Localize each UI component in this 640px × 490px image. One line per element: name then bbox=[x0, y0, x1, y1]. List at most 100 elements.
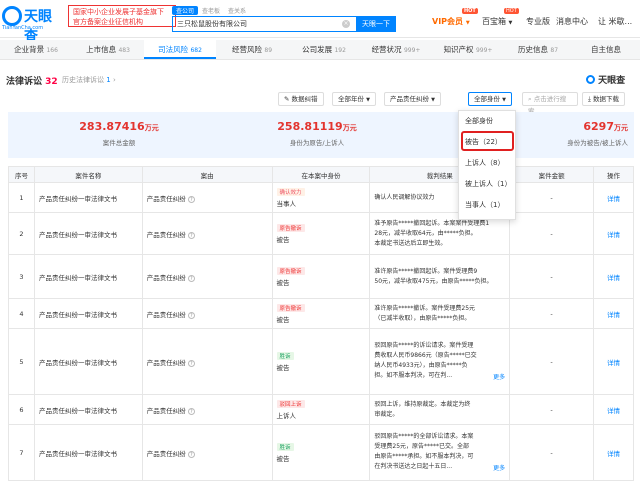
history-lawsuit-link[interactable]: 历史法律诉讼 1 › bbox=[62, 75, 116, 85]
dropdown-option-party[interactable]: 当事人（1） bbox=[459, 195, 515, 216]
section-title: 法律诉讼 32 bbox=[6, 74, 58, 87]
dropdown-option-appellant[interactable]: 上诉人（8） bbox=[459, 153, 515, 174]
result-line: 准许原告*****撤回起诉。案件受理费9 bbox=[374, 267, 478, 275]
stat-label: 案件总金额 bbox=[102, 139, 136, 147]
question-icon[interactable]: ? bbox=[187, 195, 195, 203]
cell-role: 原告撤诉 被告 bbox=[271, 298, 371, 329]
col-header-cause: 案由 bbox=[141, 166, 273, 183]
stat-number: 258.81119 bbox=[277, 120, 343, 133]
stat-plaintiff-amount: 258.81119万元 身份为原告/上诉人 bbox=[242, 120, 392, 147]
tab-enterprise-background[interactable]: 企业背景 166 bbox=[0, 40, 72, 59]
result-line: 驳回原告*****的全部诉讼请求。本案 bbox=[374, 432, 474, 440]
cause-text: 产品责任纠纷 bbox=[146, 273, 186, 282]
year-filter[interactable]: 全部年份 ▼ bbox=[332, 92, 376, 106]
tab-company-development[interactable]: 公司发展 192 bbox=[288, 40, 360, 59]
watermark-text: 天眼查 bbox=[598, 76, 626, 86]
identity-filter[interactable]: 全部身份 ▼ bbox=[468, 92, 512, 106]
col-header-role: 在本案中身份 bbox=[271, 166, 371, 183]
toolbox-menu[interactable]: 百宝箱 ▼ HOT bbox=[482, 8, 519, 27]
dropdown-option-appellee[interactable]: 被上诉人（1） bbox=[459, 174, 515, 195]
cell-case-name[interactable]: 产品责任纠纷一审法律文书 bbox=[33, 254, 143, 299]
logo[interactable]: 天眼查 TianYanCha.com bbox=[2, 4, 64, 45]
cell-action: 详情 bbox=[593, 394, 634, 425]
search-tab-company[interactable]: 查公司 bbox=[172, 6, 199, 15]
tab-listing-info[interactable]: 上市信息 483 bbox=[72, 40, 144, 59]
question-icon[interactable]: ? bbox=[187, 274, 195, 282]
search-button[interactable]: 天眼一下 bbox=[356, 16, 396, 32]
search-tab-relation[interactable]: 查关系 bbox=[224, 6, 250, 15]
detail-link[interactable]: 详情 bbox=[607, 274, 620, 282]
table-header-row: 序号 案件名称 案由 在本案中身份 裁判结果 案件金额 操作 bbox=[8, 166, 634, 183]
cell-case-name[interactable]: 产品责任纠纷一审法律文书 bbox=[33, 298, 143, 329]
cell-case-name[interactable]: 产品责任纠纷一审法律文书 bbox=[33, 424, 143, 481]
tab-history-info[interactable]: 历史信息 87 bbox=[504, 40, 572, 59]
tab-intellectual-property[interactable]: 知识产权 999+ bbox=[432, 40, 504, 59]
stat-number: 283.87416 bbox=[79, 120, 145, 133]
result-line: 28元，减半收取64元，由*****负担。 bbox=[374, 229, 477, 237]
search-tab-boss[interactable]: 查老板 bbox=[198, 6, 224, 15]
detail-link[interactable]: 详情 bbox=[607, 407, 620, 415]
question-icon[interactable]: ? bbox=[187, 311, 195, 319]
detail-link[interactable]: 详情 bbox=[607, 231, 620, 239]
chevron-right-icon: › bbox=[112, 76, 116, 84]
more-link[interactable]: 更多 bbox=[493, 464, 505, 474]
tab-count: 999+ bbox=[403, 47, 421, 54]
detail-link[interactable]: 详情 bbox=[607, 195, 620, 203]
status-badge: 原告撤诉 bbox=[276, 223, 305, 232]
download-button[interactable]: ⤓ 数据下载 bbox=[582, 92, 625, 106]
section-count: 32 bbox=[45, 77, 58, 87]
edit-icon: ✎ bbox=[284, 95, 290, 103]
question-icon[interactable]: ? bbox=[187, 359, 195, 367]
detail-link[interactable]: 详情 bbox=[607, 359, 620, 367]
tab-label: 知识产权 bbox=[443, 45, 474, 54]
message-center-link[interactable]: 消息中心 bbox=[556, 16, 588, 27]
vip-menu[interactable]: VIP会员 ▼ HOT bbox=[432, 8, 478, 27]
pro-version-link[interactable]: 专业版 bbox=[526, 16, 550, 27]
cell-case-name[interactable]: 产品责任纠纷一审法律文书 bbox=[33, 394, 143, 425]
question-icon[interactable]: ? bbox=[187, 407, 195, 415]
user-menu[interactable]: 让 米歇... bbox=[598, 16, 632, 27]
chevron-down-icon: ▼ bbox=[431, 97, 435, 103]
search-input[interactable]: 三只松鼠股份有限公司 × bbox=[172, 16, 356, 32]
more-link[interactable]: 更多 bbox=[493, 373, 505, 383]
tab-operational-risk[interactable]: 经营风险 89 bbox=[216, 40, 288, 59]
dropdown-option-all[interactable]: 全部身份 bbox=[459, 111, 515, 132]
result-line: 驳回原告*****的诉讼请求。案件受理 bbox=[374, 341, 474, 349]
result-line: （已减半收取），由原告*****负担。 bbox=[374, 314, 471, 322]
cell-amount: - bbox=[509, 424, 594, 481]
result-line: 驳回上诉，维持原裁定。本裁定为终 bbox=[374, 400, 471, 408]
result-line: 受理费25元，原告*****已交。全部 bbox=[374, 442, 470, 450]
tab-business-status[interactable]: 经营状况 999+ bbox=[360, 40, 432, 59]
role-text: 被告 bbox=[276, 235, 290, 244]
cell-case-name[interactable]: 产品责任纠纷一审法律文书 bbox=[33, 212, 143, 255]
cell-case-name[interactable]: 产品责任纠纷一审法律文书 bbox=[33, 182, 143, 213]
detail-link[interactable]: 详情 bbox=[607, 450, 620, 458]
detail-link[interactable]: 详情 bbox=[607, 311, 620, 319]
search-input[interactable]: ⌕ 点击进行搜索 bbox=[522, 92, 578, 115]
cell-no: 7 bbox=[8, 424, 35, 481]
data-error-button[interactable]: ✎ 数据纠错 bbox=[278, 92, 324, 106]
cell-amount: - bbox=[509, 298, 594, 329]
tab-label: 司法风险 bbox=[158, 45, 189, 54]
logo-icon bbox=[586, 75, 595, 84]
main-tabs: 企业背景 166 上市信息 483 司法风险 682 经营风险 89 公司发展 … bbox=[0, 40, 640, 60]
cell-amount: - bbox=[509, 328, 594, 395]
result-line: 准许原告*****撤诉。案件受理费25元 bbox=[374, 304, 476, 312]
case-type-filter[interactable]: 产品责任纠纷 ▼ bbox=[384, 92, 441, 106]
question-icon[interactable]: ? bbox=[187, 450, 195, 458]
stat-unit: 万元 bbox=[614, 124, 628, 132]
clear-icon[interactable]: × bbox=[342, 20, 350, 28]
tab-self-info[interactable]: 自主信息 bbox=[572, 40, 640, 59]
question-icon[interactable]: ? bbox=[187, 231, 195, 239]
identity-dropdown: 全部身份 被告（22） 上诉人（8） 被上诉人（1） 当事人（1） bbox=[458, 110, 516, 220]
chevron-down-icon: ▼ bbox=[508, 20, 513, 26]
result-line: 纳人民币4933元），由原告*****负 bbox=[374, 361, 468, 369]
tab-label: 自主信息 bbox=[591, 45, 621, 54]
cell-result: 驳回原告*****的诉讼请求。案件受理 费收取人民币9866元（原告*****已交… bbox=[369, 328, 511, 395]
cell-case-name[interactable]: 产品责任纠纷一审法律文书 bbox=[33, 328, 143, 395]
button-label: 数据下载 bbox=[592, 95, 619, 103]
tab-judicial-risk[interactable]: 司法风险 682 bbox=[144, 40, 216, 59]
tab-count: 89 bbox=[264, 47, 273, 54]
stat-number: 6297 bbox=[583, 120, 614, 133]
result-line: 50元，减半收取475元，由原告*****负担。 bbox=[374, 277, 493, 285]
